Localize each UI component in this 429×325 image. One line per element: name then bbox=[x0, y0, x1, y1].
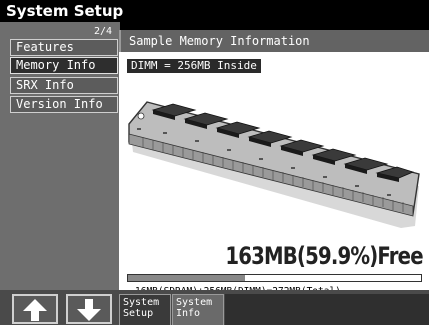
sidebar-item-srx-info[interactable]: SRX Info bbox=[10, 77, 118, 94]
memory-usage-bar-fill bbox=[128, 275, 246, 281]
tab-label-line1: System bbox=[123, 297, 160, 308]
free-memory-readout: 163MB(59.9%)Free bbox=[225, 242, 424, 270]
memory-info-panel: Sample Memory Information DIMM = 256MB I… bbox=[119, 30, 429, 297]
tab-label-line2: Info bbox=[176, 308, 201, 319]
ram-module-icon bbox=[123, 76, 425, 236]
tab-label-line1: System bbox=[176, 297, 213, 308]
dimm-label: DIMM = 256MB Inside bbox=[127, 59, 261, 73]
memory-usage-bar bbox=[127, 274, 422, 282]
arrow-down-icon bbox=[77, 299, 101, 321]
sidebar-item-version-info[interactable]: Version Info bbox=[10, 96, 118, 113]
arrow-up-icon bbox=[23, 299, 47, 321]
arrow-down-button[interactable] bbox=[66, 294, 112, 324]
arrow-up-button[interactable] bbox=[12, 294, 58, 324]
tab-system-setup[interactable]: System Setup bbox=[119, 294, 171, 325]
bottom-bar: System Setup System Info bbox=[0, 290, 429, 325]
tab-system-info[interactable]: System Info bbox=[172, 294, 224, 325]
window-title: System Setup bbox=[0, 0, 429, 22]
tab-label-line2: Setup bbox=[123, 308, 154, 319]
sidebar-item-features[interactable]: Features bbox=[10, 39, 118, 56]
sidebar: 2/4 Features Memory Info SRX Info Versio… bbox=[0, 22, 120, 290]
bottom-bar-empty bbox=[225, 294, 429, 325]
page-indicator: 2/4 bbox=[93, 26, 112, 37]
sidebar-item-memory-info[interactable]: Memory Info bbox=[10, 57, 118, 74]
panel-header: Sample Memory Information bbox=[119, 30, 429, 52]
